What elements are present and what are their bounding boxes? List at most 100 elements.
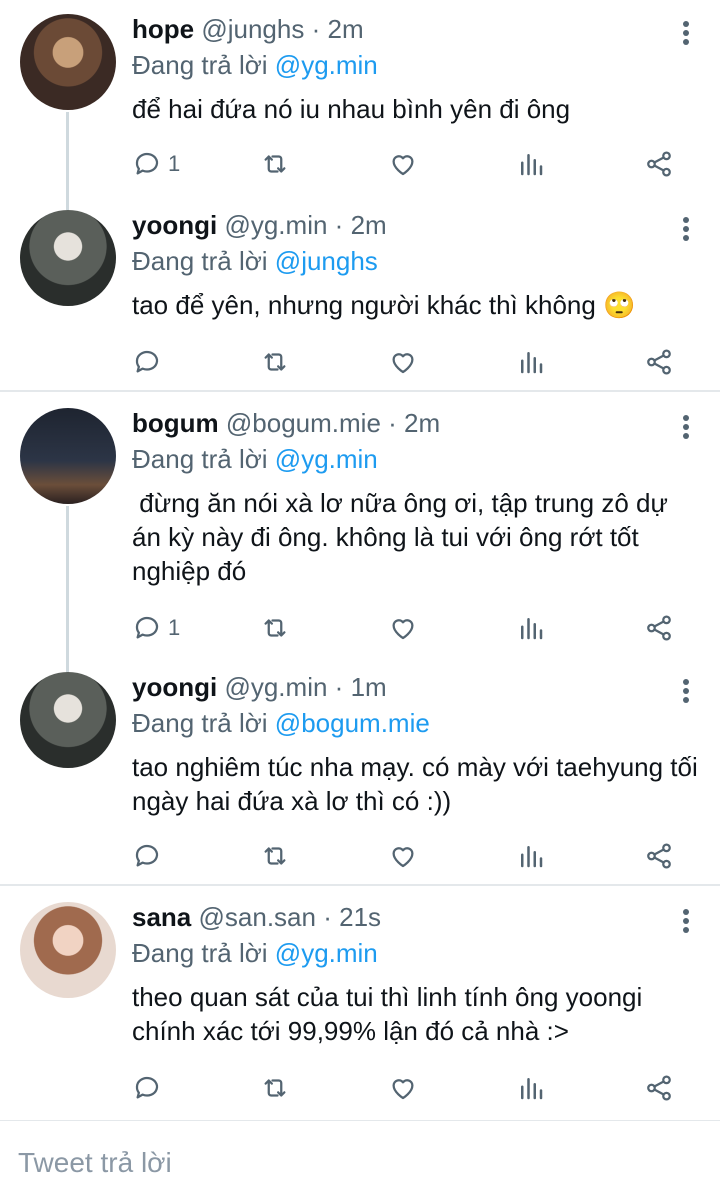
mention-link[interactable]: @junghs xyxy=(275,246,378,276)
avatar[interactable] xyxy=(20,902,116,998)
action-bar: 1 xyxy=(132,146,692,182)
action-bar xyxy=(132,1070,692,1106)
reply-button[interactable] xyxy=(132,1070,168,1106)
more-icon[interactable] xyxy=(682,414,690,440)
like-button[interactable] xyxy=(388,1070,418,1106)
replying-to: Đang trả lời @junghs xyxy=(132,246,378,277)
reply-icon xyxy=(132,1073,162,1103)
share-button[interactable] xyxy=(644,838,674,874)
replying-to-label: Đang trả lời xyxy=(132,938,268,968)
timestamp[interactable]: 2m xyxy=(404,408,440,438)
tweet[interactable]: bogum @bogum.mie · 2m Đang trả lời @yg.m… xyxy=(0,394,720,658)
retweet-button[interactable] xyxy=(260,610,290,646)
retweet-button[interactable] xyxy=(260,344,290,380)
display-name[interactable]: bogum xyxy=(132,408,219,438)
user-handle[interactable]: @junghs xyxy=(201,14,304,44)
retweet-button[interactable] xyxy=(260,838,290,874)
user-handle[interactable]: @san.san xyxy=(199,902,316,932)
user-handle[interactable]: @bogum.mie xyxy=(226,408,381,438)
share-button[interactable] xyxy=(644,1070,674,1106)
reply-button[interactable]: 1 xyxy=(132,610,180,646)
share-button[interactable] xyxy=(644,610,674,646)
avatar[interactable] xyxy=(20,408,116,504)
share-button[interactable] xyxy=(644,146,674,182)
reply-count: 1 xyxy=(168,615,181,640)
separator: · xyxy=(388,408,397,438)
analytics-icon xyxy=(516,1073,546,1103)
reply-count: 1 xyxy=(168,151,181,176)
timestamp[interactable]: 2m xyxy=(351,210,387,240)
display-name[interactable]: sana xyxy=(132,902,191,932)
reply-composer xyxy=(0,1120,720,1201)
retweet-icon xyxy=(260,613,290,643)
replying-to-label: Đang trả lời xyxy=(132,444,268,474)
separator: · xyxy=(334,210,344,240)
like-button[interactable] xyxy=(388,146,418,182)
mention-link[interactable]: @yg.min xyxy=(275,444,378,474)
like-icon xyxy=(388,1073,418,1103)
action-bar: 1 xyxy=(132,610,692,646)
analytics-icon xyxy=(516,613,546,643)
display-name[interactable]: yoongi xyxy=(132,672,217,702)
analytics-button[interactable] xyxy=(516,1070,546,1106)
divider xyxy=(0,390,720,392)
mention-link[interactable]: @yg.min xyxy=(275,50,378,80)
analytics-icon xyxy=(516,841,546,871)
avatar[interactable] xyxy=(20,210,116,306)
analytics-button[interactable] xyxy=(516,146,546,182)
analytics-button[interactable] xyxy=(516,838,546,874)
display-name[interactable]: hope xyxy=(132,14,194,44)
like-icon xyxy=(388,347,418,377)
timestamp[interactable]: 2m xyxy=(328,14,364,44)
like-icon xyxy=(388,149,418,179)
mention-link[interactable]: @bogum.mie xyxy=(275,708,430,738)
replying-to: Đang trả lời @yg.min xyxy=(132,444,378,475)
reply-button[interactable] xyxy=(132,838,168,874)
reply-icon xyxy=(132,149,162,179)
avatar[interactable] xyxy=(20,14,116,110)
like-icon xyxy=(388,841,418,871)
share-button[interactable] xyxy=(644,344,674,380)
reply-input[interactable] xyxy=(16,1141,700,1185)
tweet[interactable]: yoongi @yg.min · 2m Đang trả lời @junghs… xyxy=(0,196,720,390)
like-button[interactable] xyxy=(388,838,418,874)
share-icon xyxy=(644,841,674,871)
retweet-button[interactable] xyxy=(260,1070,290,1106)
tweet-text: tao để yên, nhưng người khác thì không 🙄 xyxy=(132,290,636,320)
tweet[interactable]: hope @junghs · 2m Đang trả lời @yg.min đ… xyxy=(0,0,720,196)
mention-link[interactable]: @yg.min xyxy=(275,938,378,968)
display-name[interactable]: yoongi xyxy=(132,210,217,240)
reply-button[interactable] xyxy=(132,344,168,380)
retweet-button[interactable] xyxy=(260,146,290,182)
reply-icon xyxy=(132,613,162,643)
share-icon xyxy=(644,613,674,643)
tweet-text: theo quan sát của tui thì linh tính ông … xyxy=(132,982,650,1046)
more-icon[interactable] xyxy=(682,216,690,242)
tweet[interactable]: sana @san.san · 21s Đang trả lời @yg.min… xyxy=(0,888,720,1116)
user-handle[interactable]: @yg.min xyxy=(224,672,327,702)
retweet-icon xyxy=(260,347,290,377)
like-icon xyxy=(388,613,418,643)
replying-to-label: Đang trả lời xyxy=(132,708,268,738)
timestamp[interactable]: 1m xyxy=(351,672,387,702)
share-icon xyxy=(644,149,674,179)
replying-to-label: Đang trả lời xyxy=(132,50,268,80)
more-icon[interactable] xyxy=(682,678,690,704)
more-icon[interactable] xyxy=(682,20,690,46)
separator: · xyxy=(311,14,321,44)
share-icon xyxy=(644,347,674,377)
analytics-button[interactable] xyxy=(516,610,546,646)
like-button[interactable] xyxy=(388,344,418,380)
timestamp[interactable]: 21s xyxy=(339,902,381,932)
analytics-button[interactable] xyxy=(516,344,546,380)
like-button[interactable] xyxy=(388,610,418,646)
more-icon[interactable] xyxy=(682,908,690,934)
user-handle[interactable]: @yg.min xyxy=(224,210,327,240)
reply-button[interactable]: 1 xyxy=(132,146,180,182)
tweet[interactable]: yoongi @yg.min · 1m Đang trả lời @bogum.… xyxy=(0,658,720,884)
avatar[interactable] xyxy=(20,672,116,768)
divider xyxy=(0,884,720,886)
replying-to: Đang trả lời @bogum.mie xyxy=(132,708,430,739)
separator: · xyxy=(334,672,344,702)
share-icon xyxy=(644,1073,674,1103)
